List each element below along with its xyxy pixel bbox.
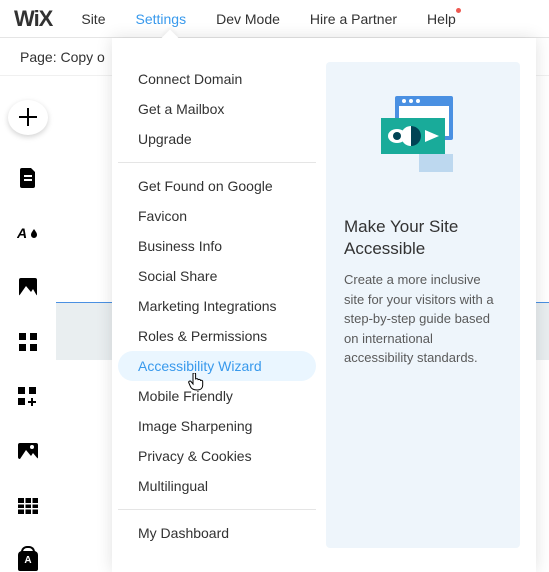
settings-group-1: Connect Domain Get a Mailbox Upgrade	[118, 56, 316, 163]
image-fill-icon	[19, 278, 37, 296]
nav-help[interactable]: Help	[412, 0, 471, 38]
rail-store-button[interactable]: A	[8, 549, 48, 572]
apps-plus-icon	[18, 387, 38, 407]
plus-icon	[19, 108, 37, 126]
menu-get-mailbox[interactable]: Get a Mailbox	[118, 94, 316, 124]
top-nav: Site Settings Dev Mode Hire a Partner He…	[66, 0, 470, 38]
nav-help-label: Help	[427, 11, 456, 27]
nav-hire-partner[interactable]: Hire a Partner	[295, 0, 412, 38]
settings-group-2: Get Found on Google Favicon Business Inf…	[118, 163, 316, 510]
page-strip-label: Page: Copy o	[20, 49, 105, 65]
nav-settings[interactable]: Settings	[120, 0, 201, 38]
svg-text:A: A	[17, 225, 27, 241]
add-button[interactable]	[8, 100, 48, 135]
rail-data-button[interactable]	[8, 495, 48, 518]
settings-group-3: My Dashboard	[118, 510, 316, 556]
menu-social-share[interactable]: Social Share	[118, 261, 316, 291]
wix-logo[interactable]: WiX	[14, 6, 52, 32]
menu-upgrade[interactable]: Upgrade	[118, 124, 316, 154]
rail-theme-button[interactable]: A	[8, 221, 48, 244]
menu-accessibility-label: Accessibility Wizard	[138, 358, 262, 374]
nav-dev-mode[interactable]: Dev Mode	[201, 0, 295, 38]
menu-accessibility-wizard[interactable]: Accessibility Wizard	[118, 351, 316, 381]
left-tool-rail: A A	[0, 76, 56, 572]
accessibility-illustration-icon	[381, 96, 465, 172]
table-icon	[18, 498, 38, 514]
store-a-icon: A	[18, 551, 38, 571]
rail-pages-button[interactable]	[8, 167, 48, 190]
menu-my-dashboard[interactable]: My Dashboard	[118, 518, 316, 548]
media-icon	[18, 443, 38, 459]
rail-add-apps-button[interactable]	[8, 385, 48, 408]
info-panel-body: Create a more inclusive site for your vi…	[344, 270, 502, 368]
menu-privacy-cookies[interactable]: Privacy & Cookies	[118, 441, 316, 471]
page-icon	[19, 168, 37, 188]
top-bar: WiX Site Settings Dev Mode Hire a Partne…	[0, 0, 549, 38]
menu-multilingual[interactable]: Multilingual	[118, 471, 316, 501]
menu-get-found-google[interactable]: Get Found on Google	[118, 171, 316, 201]
menu-mobile-friendly[interactable]: Mobile Friendly	[118, 381, 316, 411]
rail-media-button[interactable]	[8, 440, 48, 463]
settings-info-panel: Make Your Site Accessible Create a more …	[326, 62, 520, 548]
info-panel-title: Make Your Site Accessible	[344, 216, 502, 260]
menu-image-sharpening[interactable]: Image Sharpening	[118, 411, 316, 441]
menu-roles-permissions[interactable]: Roles & Permissions	[118, 321, 316, 351]
rail-background-button[interactable]	[8, 276, 48, 299]
notification-dot-icon	[456, 8, 461, 13]
menu-business-info[interactable]: Business Info	[118, 231, 316, 261]
nav-site[interactable]: Site	[66, 0, 120, 38]
rail-apps-button[interactable]	[8, 331, 48, 354]
menu-connect-domain[interactable]: Connect Domain	[118, 64, 316, 94]
menu-favicon[interactable]: Favicon	[118, 201, 316, 231]
paint-drop-icon: A	[17, 223, 39, 243]
settings-menu-list: Connect Domain Get a Mailbox Upgrade Get…	[112, 56, 322, 554]
settings-dropdown: Connect Domain Get a Mailbox Upgrade Get…	[112, 38, 536, 572]
menu-marketing-integrations[interactable]: Marketing Integrations	[118, 291, 316, 321]
apps-grid-icon	[19, 333, 37, 351]
